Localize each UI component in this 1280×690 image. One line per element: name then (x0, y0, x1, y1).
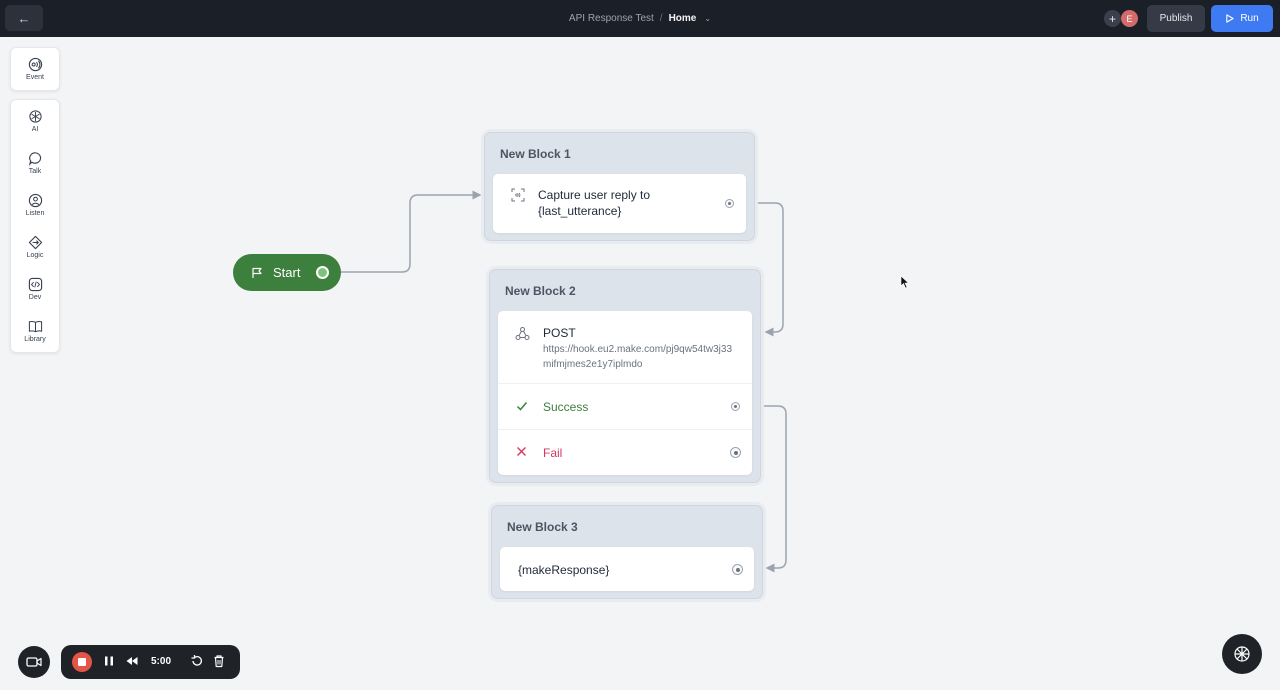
tool-ai[interactable]: AI (11, 100, 59, 142)
stop-recording-button[interactable] (72, 652, 92, 672)
trash-icon[interactable] (212, 654, 226, 668)
publish-button[interactable]: Publish (1147, 5, 1205, 32)
text-step[interactable]: {makeResponse} (500, 547, 754, 591)
connector-start-to-block1 (341, 190, 482, 273)
fail-port[interactable] (730, 447, 741, 458)
listen-icon (28, 193, 42, 208)
restart-icon[interactable] (190, 654, 204, 668)
video-camera-icon (26, 657, 42, 667)
capture-step-text: Capture user reply to {last_utterance} (538, 188, 651, 218)
plus-icon: + (1108, 11, 1116, 26)
block-1[interactable]: New Block 1 Capture user reply to {last_… (484, 132, 755, 241)
divider (498, 383, 752, 384)
block-3[interactable]: New Block 3 {makeResponse} (491, 505, 763, 599)
tool-event-label: Event (26, 74, 44, 81)
text-step-content: {makeResponse} (518, 563, 610, 577)
tool-talk[interactable]: Talk (11, 142, 59, 184)
tool-event[interactable]: Event (11, 48, 59, 90)
divider (498, 429, 752, 430)
rewind-icon[interactable] (125, 654, 139, 668)
tool-logic[interactable]: Logic (11, 226, 59, 268)
capture-icon (511, 188, 525, 202)
webhook-icon (515, 327, 530, 340)
logic-icon (28, 235, 42, 250)
event-icon (28, 57, 42, 72)
block-1-title[interactable]: New Block 1 (500, 147, 571, 161)
text-step-port[interactable] (732, 564, 743, 575)
code-icon (28, 277, 42, 292)
book-icon (28, 320, 42, 333)
api-method: POST (543, 326, 576, 340)
breadcrumb-current-page[interactable]: Home (669, 13, 697, 24)
chevron-down-icon[interactable]: ⌄ (704, 14, 711, 23)
start-label: Start (273, 265, 301, 280)
breadcrumb: API Response Test / Home ⌄ (0, 0, 1280, 37)
flag-icon (252, 267, 262, 278)
success-path-label: Success (543, 400, 589, 414)
event-tool-card: Event (10, 47, 60, 91)
tool-talk-label: Talk (28, 168, 42, 175)
api-step[interactable]: POST https://hook.eu2.make.com/pj9qw54tw… (498, 311, 752, 475)
check-icon (516, 402, 528, 411)
fail-path-label: Fail (543, 446, 563, 460)
capture-step-port[interactable] (725, 199, 734, 208)
steps-tool-card: AI Talk Listen Logic Dev Library (10, 99, 60, 353)
talk-icon (28, 152, 41, 166)
play-icon (1226, 14, 1234, 23)
breadcrumb-separator: / (659, 13, 663, 24)
add-collaborator-button[interactable]: + (1104, 10, 1121, 27)
tool-listen-label: Listen (25, 210, 45, 217)
api-url: https://hook.eu2.make.com/pj9qw54tw3j33m… (543, 344, 732, 370)
capture-step[interactable]: Capture user reply to {last_utterance} (493, 174, 746, 233)
ai-icon (28, 110, 42, 123)
recording-timer: 5:00 (151, 656, 172, 667)
assistant-button[interactable] (1222, 634, 1262, 674)
top-bar: ← API Response Test / Home ⌄ + E Publish… (0, 0, 1280, 37)
block-3-title[interactable]: New Block 3 (507, 520, 578, 534)
run-label: Run (1240, 13, 1259, 24)
run-button[interactable]: Run (1211, 5, 1273, 32)
start-node[interactable]: Start (233, 254, 341, 291)
tool-logic-label: Logic (26, 252, 44, 259)
block-2-title[interactable]: New Block 2 (505, 284, 576, 298)
tool-dev[interactable]: Dev (11, 268, 59, 310)
tool-dev-label: Dev (28, 294, 42, 301)
tool-library-label: Library (24, 336, 46, 343)
tool-library[interactable]: Library (11, 310, 59, 352)
tool-listen[interactable]: Listen (11, 184, 59, 226)
camera-toggle-button[interactable] (18, 646, 50, 678)
assistant-logo-icon (1234, 646, 1250, 662)
pause-icon[interactable] (102, 654, 116, 668)
block-2[interactable]: New Block 2 POST https://hook.eu2.make.c… (489, 269, 761, 483)
close-icon (517, 447, 526, 456)
avatar[interactable]: E (1121, 10, 1138, 27)
start-port[interactable] (316, 266, 329, 279)
mouse-cursor-icon (900, 275, 910, 289)
breadcrumb-project[interactable]: API Response Test (569, 13, 654, 24)
success-port[interactable] (731, 402, 740, 411)
recording-controls: 5:00 (61, 645, 240, 679)
tool-ai-label: AI (31, 126, 39, 133)
